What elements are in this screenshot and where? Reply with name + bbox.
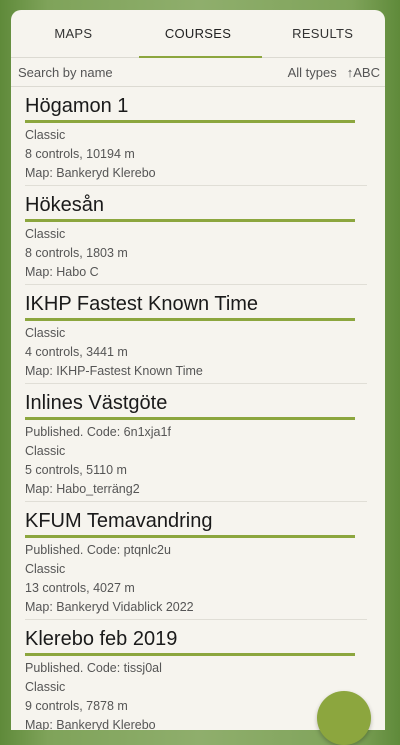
course-controls: 8 controls, 1803 m xyxy=(25,246,128,260)
tab-courses[interactable]: COURSES xyxy=(136,10,261,57)
sort-toggle[interactable]: ↑ABC xyxy=(347,65,380,80)
course-controls: 13 controls, 4027 m xyxy=(25,581,135,595)
course-item[interactable]: Inlines Västgöte Published. Code: 6n1xja… xyxy=(25,384,367,502)
course-name: Högamon 1 xyxy=(25,95,129,117)
course-item[interactable]: Klerebo feb 2019 Published. Code: tissj0… xyxy=(25,620,367,730)
course-type: Classic xyxy=(25,562,66,576)
course-item[interactable]: Hökesån Classic 8 controls, 1803 m Map: … xyxy=(25,186,367,285)
course-type: Classic xyxy=(25,680,66,694)
course-controls: 8 controls, 10194 m xyxy=(25,147,135,161)
courses-panel: MAPS COURSES RESULTS All types ↑ABC Höga… xyxy=(11,10,385,730)
course-type: Classic xyxy=(25,326,66,340)
course-map: Map: Bankeryd Vidablick 2022 xyxy=(25,600,194,614)
title-underline xyxy=(25,653,355,656)
course-type: Classic xyxy=(25,227,66,241)
title-underline xyxy=(25,219,355,222)
course-type: Classic xyxy=(25,128,66,142)
course-published: Published. Code: ptqnlc2u xyxy=(25,543,171,557)
course-name: Klerebo feb 2019 xyxy=(25,628,178,650)
add-course-button[interactable] xyxy=(317,691,371,745)
course-type: Classic xyxy=(25,444,66,458)
tab-results[interactable]: RESULTS xyxy=(260,10,385,57)
course-name: Inlines Västgöte xyxy=(25,392,168,414)
title-underline xyxy=(25,417,355,420)
course-name: IKHP Fastest Known Time xyxy=(25,293,259,315)
search-input[interactable] xyxy=(18,64,288,80)
course-map: Map: IKHP-Fastest Known Time xyxy=(25,364,203,378)
active-tab-indicator xyxy=(139,56,262,58)
course-map: Map: Habo_terräng2 xyxy=(25,482,140,496)
course-item[interactable]: KFUM Temavandring Published. Code: ptqnl… xyxy=(25,502,367,620)
course-item[interactable]: IKHP Fastest Known Time Classic 4 contro… xyxy=(25,285,367,384)
tab-maps[interactable]: MAPS xyxy=(11,10,136,57)
course-name: Hökesån xyxy=(25,194,104,216)
course-controls: 5 controls, 5110 m xyxy=(25,463,127,477)
tab-bar: MAPS COURSES RESULTS xyxy=(11,10,385,58)
course-name: KFUM Temavandring xyxy=(25,510,213,532)
course-controls: 4 controls, 3441 m xyxy=(25,345,128,359)
filter-bar: All types ↑ABC xyxy=(11,58,385,87)
title-underline xyxy=(25,120,355,123)
title-underline xyxy=(25,318,355,321)
course-map: Map: Bankeryd Klerebo xyxy=(25,718,156,730)
course-map: Map: Habo C xyxy=(25,265,99,279)
course-published: Published. Code: 6n1xja1f xyxy=(25,425,171,439)
course-item[interactable]: Högamon 1 Classic 8 controls, 10194 m Ma… xyxy=(25,87,367,186)
course-map: Map: Bankeryd Klerebo xyxy=(25,166,156,180)
course-published: Published. Code: tissj0al xyxy=(25,661,162,675)
type-filter-dropdown[interactable]: All types xyxy=(288,65,337,80)
course-controls: 9 controls, 7878 m xyxy=(25,699,128,713)
course-list: Högamon 1 Classic 8 controls, 10194 m Ma… xyxy=(11,87,385,730)
title-underline xyxy=(25,535,355,538)
